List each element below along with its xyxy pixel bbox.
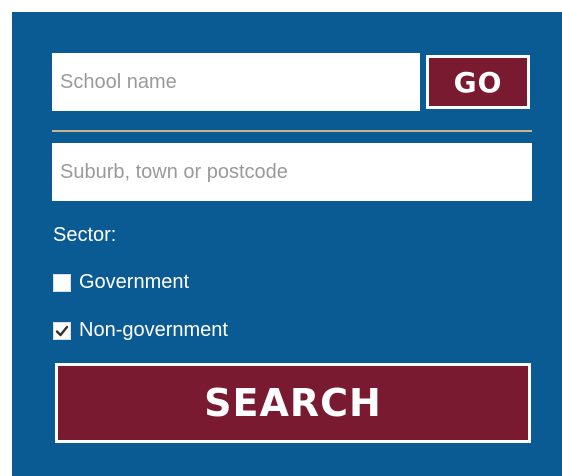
non-government-checkbox[interactable] [53,321,71,340]
checkmark-icon [55,325,69,336]
location-input[interactable] [52,143,532,201]
non-government-label: Non-government [79,319,228,341]
go-button[interactable]: GO [426,55,530,109]
school-name-row: GO [52,53,530,111]
government-label: Government [79,271,190,293]
search-button[interactable]: SEARCH [55,363,531,443]
school-name-input[interactable] [52,53,420,111]
government-checkbox[interactable] [53,273,71,292]
divider [52,130,532,132]
sector-label: Sector: [53,224,117,246]
sector-option-non-government[interactable]: Non-government [53,319,228,342]
sector-option-government[interactable]: Government [53,271,189,294]
school-search-panel: GO Sector: Government Non-government SEA… [12,12,562,476]
